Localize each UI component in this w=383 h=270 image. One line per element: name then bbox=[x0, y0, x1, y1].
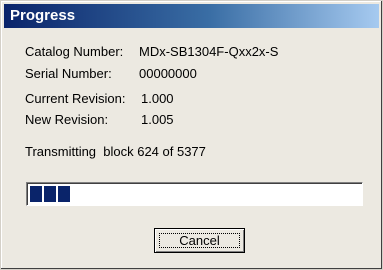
serial-number-value: 00000000 bbox=[139, 66, 197, 81]
current-revision-value: 1.000 bbox=[141, 91, 174, 106]
title-bar: Progress bbox=[4, 4, 379, 28]
window-title: Progress bbox=[10, 7, 76, 24]
cancel-button-label: Cancel bbox=[159, 233, 240, 248]
progress-bar bbox=[26, 182, 363, 206]
progress-bar-fill bbox=[30, 186, 70, 202]
cancel-button[interactable]: Cancel bbox=[154, 228, 245, 253]
new-revision-value: 1.005 bbox=[141, 112, 174, 127]
transmit-status-text: Transmitting block 624 of 5377 bbox=[25, 144, 206, 159]
new-revision-label: New Revision: bbox=[25, 112, 109, 127]
current-revision-label: Current Revision: bbox=[25, 91, 126, 106]
catalog-number-value: MDx-SB1304F-Qxx2x-S bbox=[139, 44, 279, 59]
progress-dialog: Progress Catalog Number: MDx-SB1304F-Qxx… bbox=[0, 0, 383, 270]
serial-number-label: Serial Number: bbox=[25, 66, 112, 81]
catalog-number-label: Catalog Number: bbox=[25, 44, 124, 59]
